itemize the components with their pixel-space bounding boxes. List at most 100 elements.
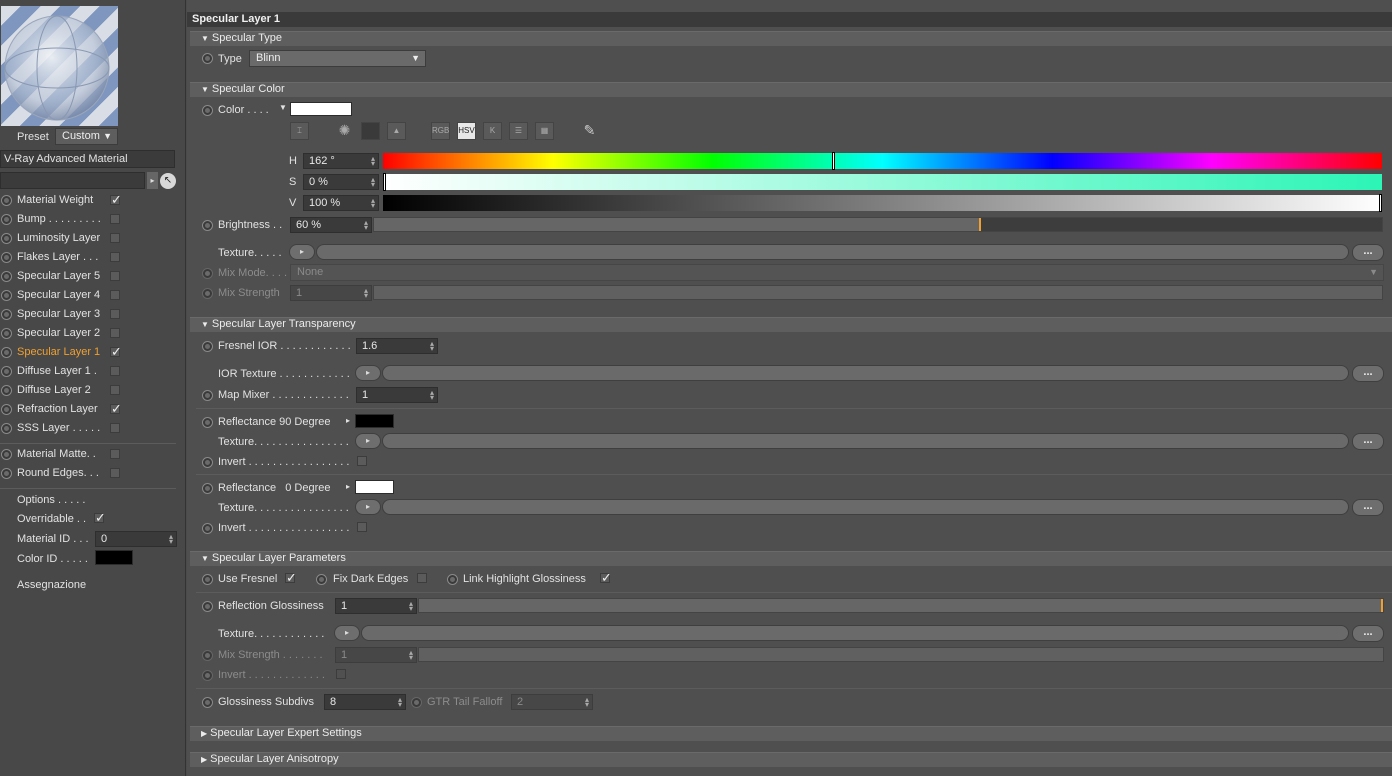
use-fresnel-checkbox[interactable]: ✓ xyxy=(285,571,297,584)
sidebar-item-radio[interactable] xyxy=(1,423,12,434)
gloss-invert-animate-radio[interactable] xyxy=(202,670,213,681)
refl-gloss-animate-radio[interactable] xyxy=(202,601,213,612)
gloss-subdivs-animate-radio[interactable] xyxy=(202,697,213,708)
refl-gloss-input[interactable]: 1 xyxy=(335,598,417,614)
gloss-subdivs-input[interactable]: 8 xyxy=(324,694,406,710)
hue-slider-handle[interactable] xyxy=(831,152,835,170)
map-mixer-animate-radio[interactable] xyxy=(202,390,213,401)
stepper-icon[interactable] xyxy=(370,198,376,208)
stepper-icon[interactable] xyxy=(408,650,414,660)
color-wheel-tool-icon[interactable]: ⌶ xyxy=(290,122,309,140)
material-id-input[interactable]: 0 xyxy=(95,531,177,547)
invert2-animate-radio[interactable] xyxy=(202,523,213,534)
stepper-icon[interactable] xyxy=(370,177,376,187)
sidebar-item-checkbox[interactable]: ✓ xyxy=(110,402,122,415)
color-texture-button[interactable]: ▸ xyxy=(289,244,315,260)
sidebar-item-radio[interactable] xyxy=(1,309,12,320)
sidebar-item-radio[interactable] xyxy=(1,328,12,339)
brightness-input[interactable]: 60 % xyxy=(290,217,372,233)
options-label[interactable]: Options . . . . . xyxy=(17,494,85,507)
refl90-animate-radio[interactable] xyxy=(202,417,213,428)
gloss-mix-strength-animate-radio[interactable] xyxy=(202,650,213,661)
hue-slider[interactable] xyxy=(383,152,1382,170)
ior-texture-button[interactable]: ▸ xyxy=(355,365,381,381)
sidebar-item[interactable]: SSS Layer . . . . . xyxy=(0,420,176,438)
stepper-icon[interactable] xyxy=(584,697,590,707)
stepper-icon[interactable] xyxy=(429,390,435,400)
sidebar-item-checkbox[interactable]: ✓ xyxy=(110,345,122,358)
section-expert-settings[interactable]: ▶ Specular Layer Expert Settings xyxy=(190,726,1392,741)
sidebar-item[interactable]: Diffuse Layer 2 xyxy=(0,382,176,400)
color-animate-radio[interactable] xyxy=(202,105,213,116)
refl90-swatch[interactable] xyxy=(355,414,394,428)
refl90-texture-button[interactable]: ▸ xyxy=(355,433,381,449)
mixer-tool-icon[interactable]: ☰ xyxy=(509,122,528,140)
section-parameters[interactable]: ▼ Specular Layer Parameters xyxy=(190,551,1392,566)
sidebar-item[interactable]: Round Edges. . . xyxy=(0,465,176,483)
stepper-icon[interactable] xyxy=(363,220,369,230)
map-mixer-input[interactable]: 1 xyxy=(356,387,438,403)
sidebar-item-checkbox[interactable] xyxy=(110,449,120,459)
sidebar-item-radio[interactable] xyxy=(1,214,12,225)
stepper-icon[interactable] xyxy=(429,341,435,351)
sidebar-item-checkbox[interactable] xyxy=(110,290,120,300)
sidebar-item-checkbox[interactable] xyxy=(110,468,120,478)
preset-dropdown[interactable]: Custom ▼ xyxy=(55,128,118,145)
sidebar-item-checkbox[interactable] xyxy=(110,366,120,376)
v-input[interactable]: 100 % xyxy=(303,195,379,211)
fresnel-animate-radio[interactable] xyxy=(202,341,213,352)
sidebar-item[interactable]: Bump . . . . . . . . . xyxy=(0,211,176,229)
sidebar-item[interactable]: Specular Layer 5 xyxy=(0,268,176,286)
stepper-icon[interactable] xyxy=(408,601,414,611)
sidebar-item-radio[interactable] xyxy=(1,290,12,301)
sidebar-item[interactable]: Specular Layer 4 xyxy=(0,287,176,305)
value-slider-handle[interactable] xyxy=(1379,194,1382,212)
refl0-animate-radio[interactable] xyxy=(202,483,213,494)
kelvin-tool[interactable]: K xyxy=(483,122,502,140)
image-tool-icon[interactable]: ▲ xyxy=(387,122,406,140)
sidebar-item-radio[interactable] xyxy=(1,468,12,479)
refl0-texture-field[interactable] xyxy=(382,499,1349,515)
color-texture-more-button[interactable]: ... xyxy=(1352,244,1384,261)
mix-strength-slider[interactable] xyxy=(373,285,1383,300)
use-fresnel-animate-radio[interactable] xyxy=(202,574,213,585)
brightness-animate-radio[interactable] xyxy=(202,220,213,231)
fresnel-input[interactable]: 1.6 xyxy=(356,338,438,354)
mix-mode-dropdown[interactable]: None ▼ xyxy=(290,264,1384,281)
eyedropper-icon[interactable]: ✎ xyxy=(580,122,599,140)
color-id-swatch[interactable] xyxy=(95,550,133,565)
fix-dark-animate-radio[interactable] xyxy=(316,574,327,585)
sidebar-item-checkbox[interactable]: ✓ xyxy=(110,193,122,206)
sidebar-item-checkbox[interactable] xyxy=(110,271,120,281)
color-texture-field[interactable] xyxy=(316,244,1349,260)
expand-arrow-icon[interactable]: ▸ xyxy=(346,414,350,427)
saturation-slider-handle[interactable] xyxy=(383,173,386,191)
sidebar-item[interactable]: Flakes Layer . . . xyxy=(0,249,176,267)
sidebar-item[interactable]: Luminosity Layer xyxy=(0,230,176,248)
assign-label[interactable]: Assegnazione xyxy=(17,579,86,592)
sidebar-item-checkbox[interactable] xyxy=(110,252,120,262)
sidebar-item-checkbox[interactable] xyxy=(110,233,120,243)
stepper-icon[interactable] xyxy=(363,288,369,298)
cursor-picker-icon[interactable]: ↖ xyxy=(160,173,176,189)
brightness-slider-handle[interactable] xyxy=(978,218,981,231)
sidebar-item-radio[interactable] xyxy=(1,366,12,377)
sidebar-item-radio[interactable] xyxy=(1,252,12,263)
sidebar-item-checkbox[interactable] xyxy=(110,328,120,338)
sidebar-item[interactable]: Material Weight ✓ xyxy=(0,192,176,210)
refl-gloss-slider[interactable] xyxy=(418,598,1384,613)
gloss-mix-strength-input[interactable]: 1 xyxy=(335,647,417,663)
material-preview[interactable] xyxy=(1,6,118,126)
section-anisotropy[interactable]: ▶ Specular Layer Anisotropy xyxy=(190,752,1392,767)
gtr-input[interactable]: 2 xyxy=(511,694,593,710)
gloss-invert-checkbox[interactable] xyxy=(336,669,346,679)
invert-checkbox[interactable] xyxy=(357,456,367,466)
overridable-checkbox[interactable]: ✓ xyxy=(94,511,106,524)
sidebar-item-radio[interactable] xyxy=(1,385,12,396)
saturation-slider[interactable] xyxy=(383,173,1382,191)
rgb-tool[interactable]: RGB xyxy=(431,122,450,140)
s-input[interactable]: 0 % xyxy=(303,174,379,190)
refl90-texture-more-button[interactable]: ... xyxy=(1352,433,1384,450)
refl90-texture-field[interactable] xyxy=(382,433,1349,449)
sidebar-item-checkbox[interactable] xyxy=(110,423,120,433)
